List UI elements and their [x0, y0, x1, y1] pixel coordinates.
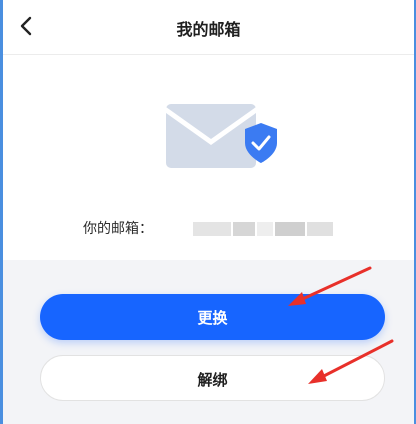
email-card: 你的邮箱：: [3, 55, 414, 260]
email-value-masked: [193, 222, 333, 236]
email-label: 你的邮箱：: [83, 221, 153, 237]
page-title: 我的邮箱: [176, 20, 241, 39]
change-email-button[interactable]: 更换: [40, 294, 385, 340]
mail-shield-icon: [166, 104, 277, 168]
nav-header: 我的邮箱: [3, 0, 414, 55]
unbind-email-button[interactable]: 解绑: [40, 355, 385, 401]
